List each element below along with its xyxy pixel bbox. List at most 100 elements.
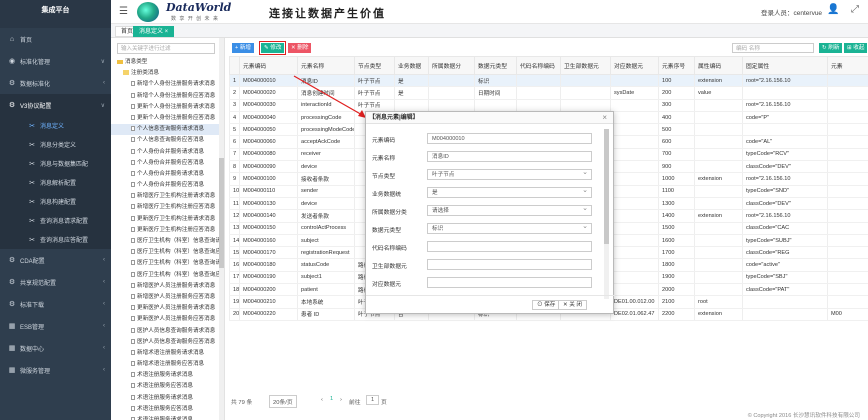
tree-leaf[interactable]: 更新个人身份注册服务应答消息 <box>111 113 224 124</box>
sidebar-item[interactable]: ◉ 标准化管理 ∨ <box>0 50 111 72</box>
sidebar-item[interactable]: ⚙ 标准下载 ‹ <box>0 293 111 315</box>
tree-leaf[interactable]: 术语注册服务请求消息 <box>111 370 224 381</box>
sidebar-item[interactable]: ✂ 消息解析配置 <box>0 173 111 192</box>
tree-leaf[interactable]: 医护人员信息查询服务应答消息 <box>111 337 224 348</box>
column-header[interactable]: 所属数据分 <box>428 56 475 75</box>
collapse-button[interactable]: ⊞ 收起 <box>844 43 868 53</box>
column-header[interactable]: 属性编码 <box>694 56 743 75</box>
column-header[interactable]: 元素名称 <box>297 56 355 75</box>
field-select[interactable]: 请选择 <box>427 204 592 216</box>
tree-leaf[interactable]: 医护人员信息查询服务请求消息 <box>111 326 224 337</box>
save-button[interactable]: ⊙ 保存 <box>532 300 561 310</box>
column-header[interactable]: 数据元类型 <box>474 56 517 75</box>
sidebar-item[interactable]: ⌂ 首页 <box>0 28 111 50</box>
tree-leaf[interactable]: 术语注册服务应答消息 <box>111 404 224 415</box>
table-cell: 4 <box>229 111 240 125</box>
column-header[interactable]: 固定属性 <box>742 56 828 75</box>
document-icon <box>131 159 135 165</box>
sidebar-item[interactable]: ▦ ESB管理 ‹ <box>0 315 111 337</box>
tree-leaf[interactable]: 个人身份合并服务请求消息 <box>111 169 224 180</box>
table-row[interactable]: 3 M004000030 interactionId 叶子节点 300 root="2.1… <box>229 99 868 112</box>
tree-leaf[interactable]: 医疗卫生机构（科室）信息查询应答 <box>111 270 224 281</box>
tree-leaf[interactable]: 个人身份合并服务应答消息 <box>111 158 224 169</box>
tree-leaf[interactable]: 新增医护人员注册服务应答消息 <box>111 292 224 303</box>
field-input[interactable] <box>427 259 592 270</box>
column-header[interactable]: 业务数据 <box>394 56 429 75</box>
tree-leaf[interactable]: 术语注册服务请求消息 <box>111 393 224 404</box>
tree-folder[interactable]: 注册类消息 <box>111 68 224 79</box>
current-page[interactable]: 1 <box>330 396 333 402</box>
tree-leaf[interactable]: 新增医护人员注册服务请求消息 <box>111 281 224 292</box>
field-select[interactable]: 标识 <box>427 222 592 234</box>
sidebar-item[interactable]: ⚙ CDA配置 ‹ <box>0 249 111 271</box>
sidebar-item[interactable]: ✂ 消息分类定义 <box>0 135 111 154</box>
tab-message-definition[interactable]: 消息定义 × <box>133 26 175 37</box>
sidebar-item[interactable]: ✂ 消息构建配置 <box>0 192 111 211</box>
tree-leaf[interactable]: 更新医护人员注册服务请求消息 <box>111 303 224 314</box>
table-row[interactable]: 1 M004000010 消息ID 叶子节点是 标识 100 extension root="… <box>229 74 868 88</box>
field-input[interactable] <box>427 277 592 288</box>
sidebar-item[interactable]: ✂ 消息定义 <box>0 116 111 135</box>
tree-leaf[interactable]: 个人身份合并服务应答消息 <box>111 180 224 191</box>
table-row[interactable]: 2 M004000020 消息创建时间 叶子节点是 日期时间 sysDate 200 valu… <box>229 86 868 100</box>
close-icon[interactable]: × <box>602 112 607 124</box>
sidebar-item[interactable]: ⚙ 共享规范配置 ‹ <box>0 271 111 293</box>
tree-filter-input[interactable]: 输入关键字进行过滤 <box>117 43 215 54</box>
column-header[interactable]: 节点类型 <box>354 56 395 75</box>
field-select[interactable]: 叶子节点 <box>427 168 592 180</box>
refresh-button[interactable]: ↻ 刷新 <box>819 43 843 53</box>
tree-leaf[interactable]: 个人信息查询服务请求消息 <box>111 124 224 136</box>
tree-leaf[interactable]: 更新医疗卫生机构注册应答消息 <box>111 225 224 236</box>
sidebar-item[interactable]: ⚙ 数据标准化 ‹ <box>0 72 111 94</box>
tree-leaf[interactable]: 新增个人身份注册服务请求消息 <box>111 79 224 90</box>
delete-button[interactable]: ✕ 删除 <box>288 43 312 53</box>
field-input[interactable]: M004000010 <box>427 133 592 144</box>
prev-page-button[interactable]: ‹ <box>321 397 323 403</box>
user-icon[interactable]: 👤 <box>827 4 839 15</box>
goto-page-input[interactable]: 1 <box>366 395 380 405</box>
dialog-scrollbar[interactable] <box>604 129 609 299</box>
column-header[interactable]: 元素 <box>827 56 868 75</box>
tree-leaf[interactable]: 新增术语注册服务请求消息 <box>111 348 224 359</box>
page-size-select[interactable]: 20条/页 <box>269 395 297 408</box>
tree-leaf[interactable]: 术语注册服务应答消息 <box>111 381 224 392</box>
tree-scrollbar[interactable] <box>219 38 224 420</box>
close-button[interactable]: ✕ 关 闭 <box>558 300 587 310</box>
edit-button[interactable]: ✎ 修改 <box>258 41 287 55</box>
sidebar-item[interactable]: ✂ 消息与数据集匹配 <box>0 154 111 173</box>
field-select[interactable]: 是 <box>427 186 592 198</box>
tree-leaf[interactable]: 更新个人身份注册服务请求消息 <box>111 102 224 113</box>
tree-leaf[interactable]: 新增医疗卫生机构注册请求消息 <box>111 191 224 202</box>
sidebar-item[interactable]: ✂ 查询消息请求配置 <box>0 211 111 230</box>
tree-leaf[interactable]: 个人信息查询服务应答消息 <box>111 135 224 146</box>
tree-leaf[interactable]: 新增术语注册服务应答消息 <box>111 359 224 370</box>
tree-leaf[interactable]: 术语注册服务请求消息 <box>111 415 224 420</box>
tree-leaf[interactable]: 个人身份合并服务请求消息 <box>111 147 224 158</box>
table-cell: typeCode="SBJ" <box>742 271 828 285</box>
column-header[interactable]: 元素序号 <box>658 56 695 75</box>
tree-leaf[interactable]: 更新医护人员注册服务应答消息 <box>111 314 224 325</box>
field-input[interactable]: 消息ID <box>427 151 592 162</box>
tree-leaf[interactable]: 医疗卫生机构（科室）信息查询应答 <box>111 247 224 258</box>
fullscreen-icon[interactable]: ⤢ <box>851 4 859 15</box>
menu-toggle-icon[interactable]: ☰ <box>119 6 128 17</box>
column-header[interactable]: 卫生部数据元 <box>560 56 611 75</box>
column-header[interactable] <box>229 56 240 75</box>
tree-leaf[interactable]: 新增医疗卫生机构注册应答消息 <box>111 202 224 213</box>
tree-leaf[interactable]: 医疗卫生机构（科室）信息查询请求 <box>111 236 224 247</box>
tree-folder[interactable]: 消息类型 <box>111 57 224 68</box>
tree-leaf[interactable]: 新增个人身份注册服务应答消息 <box>111 91 224 102</box>
sidebar-item[interactable]: ✂ 查询消息应答配置 <box>0 230 111 249</box>
column-header[interactable]: 对应数据元 <box>610 56 659 75</box>
tree-leaf[interactable]: 更新医疗卫生机构注册请求消息 <box>111 214 224 225</box>
code-name-search-input[interactable]: 编码 名称 <box>732 43 814 53</box>
column-header[interactable]: 元素编码 <box>239 56 298 75</box>
field-input[interactable] <box>427 241 592 252</box>
sidebar-item[interactable]: ▦ 微服务管理 ‹ <box>0 359 111 381</box>
sidebar-item[interactable]: ⚙ V3协议配置 ∨ <box>0 94 111 116</box>
tree-leaf[interactable]: 医疗卫生机构（科室）信息查询请求 <box>111 258 224 269</box>
add-button[interactable]: + 新增 <box>232 43 255 53</box>
next-page-button[interactable]: › <box>340 397 342 403</box>
column-header[interactable]: 代码名称编码 <box>516 56 561 75</box>
sidebar-item[interactable]: ▦ 数据中心 ‹ <box>0 337 111 359</box>
